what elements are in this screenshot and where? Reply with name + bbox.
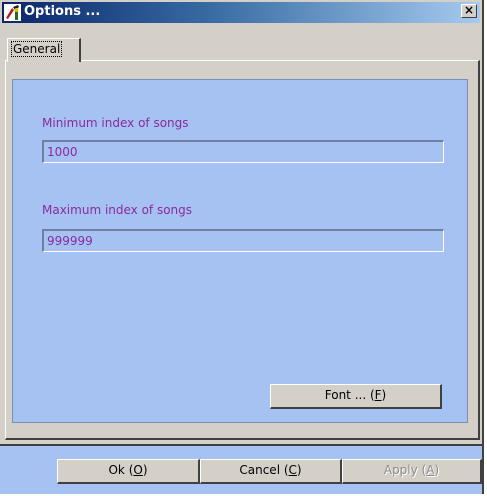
cancel-button-suffix: ) — [296, 463, 302, 477]
font-button-accel: F — [374, 388, 382, 402]
title-bar[interactable]: Options ... × — [2, 2, 480, 23]
ok-button-text: Ok ( — [108, 463, 134, 477]
window-title: Options ... — [24, 4, 101, 19]
cancel-button[interactable]: Cancel (C) — [200, 459, 342, 484]
min-index-label: Minimum index of songs — [42, 116, 189, 130]
min-index-input[interactable] — [42, 140, 444, 163]
font-button[interactable]: Font ... (F) — [270, 384, 442, 409]
ok-button[interactable]: Ok (O) — [57, 459, 200, 484]
apply-button-text: Apply ( — [383, 463, 427, 477]
tab-general[interactable]: General — [7, 38, 81, 62]
app-tool-icon — [4, 4, 21, 21]
max-index-input[interactable] — [42, 229, 444, 252]
apply-button-suffix: ) — [434, 463, 440, 477]
options-dialog: Options ... × General Minimum index of s… — [0, 0, 484, 494]
tab-general-label: General — [10, 41, 63, 57]
close-icon: × — [463, 3, 475, 17]
max-index-label: Maximum index of songs — [42, 203, 193, 217]
apply-button[interactable]: Apply (A) — [342, 459, 482, 484]
font-button-suffix: ) — [381, 388, 387, 402]
ok-button-suffix: ) — [142, 463, 148, 477]
font-button-text: Font ... ( — [324, 388, 375, 402]
ok-button-accel: O — [133, 463, 143, 477]
cancel-button-accel: C — [288, 463, 297, 477]
close-button[interactable]: × — [461, 4, 477, 18]
cancel-button-text: Cancel ( — [239, 463, 289, 477]
